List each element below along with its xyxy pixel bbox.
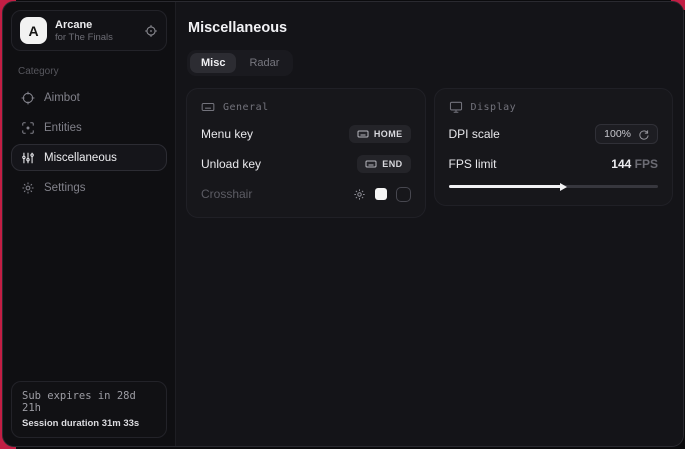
dpi-scale-row: DPI scale 100% <box>449 124 659 144</box>
fps-number: 144 <box>611 157 631 171</box>
fps-limit-label: FPS limit <box>449 157 497 171</box>
fps-unit: FPS <box>631 157 658 171</box>
crosshair-row: Crosshair <box>201 184 411 204</box>
keyboard-icon <box>365 158 377 170</box>
sidebar-item-settings[interactable]: Settings <box>11 174 167 201</box>
scan-icon <box>21 121 35 135</box>
general-panel: General Menu key HOME <box>186 88 426 218</box>
sidebar: A Arcane for The Finals Category <box>3 2 176 446</box>
brand-logo: A <box>20 17 47 44</box>
crosshair-label: Crosshair <box>201 187 252 201</box>
category-label: Category <box>18 66 160 77</box>
desktop: A Arcane for The Finals Category <box>0 0 685 449</box>
crosshair-icon <box>21 91 35 105</box>
sub-expires-text: Sub expires in 28d 21h <box>22 390 156 414</box>
general-panel-header: General <box>201 100 411 114</box>
fps-limit-value: 144 FPS <box>611 157 658 171</box>
brand-name: Arcane <box>55 19 113 31</box>
tab-radar[interactable]: Radar <box>238 53 290 73</box>
brand-text: Arcane for The Finals <box>55 19 113 43</box>
sidebar-item-label: Entities <box>44 122 82 134</box>
crosshair-controls <box>353 187 411 202</box>
display-panel: Display DPI scale 100% <box>434 88 674 206</box>
brand-card: A Arcane for The Finals <box>11 10 167 51</box>
crosshair-checkbox[interactable] <box>396 187 411 202</box>
main-content: Miscellaneous Misc Radar Gene <box>176 2 683 446</box>
dpi-scale-value: 100% <box>604 128 631 140</box>
tabs-bar: Misc Radar <box>187 50 293 76</box>
fps-slider-fill <box>449 185 562 188</box>
fps-slider-thumb[interactable] <box>560 183 567 191</box>
menu-key-value: HOME <box>374 129 403 139</box>
unload-key-label: Unload key <box>201 157 261 171</box>
subscription-status-box: Sub expires in 28d 21h Session duration … <box>11 381 167 438</box>
target-icon[interactable] <box>144 24 158 38</box>
unload-key-value: END <box>382 159 402 169</box>
app-window: A Arcane for The Finals Category <box>2 1 684 447</box>
sidebar-item-label: Aimbot <box>44 92 80 104</box>
sidebar-nav: Aimbot Entities <box>11 84 167 201</box>
display-panel-header: Display <box>449 100 659 114</box>
crosshair-settings-gear-icon[interactable] <box>353 188 366 201</box>
sidebar-item-label: Miscellaneous <box>44 152 117 164</box>
monitor-icon <box>449 100 463 114</box>
sliders-icon <box>21 151 35 165</box>
sidebar-item-entities[interactable]: Entities <box>11 114 167 141</box>
fps-limit-row: FPS limit 144 FPS <box>449 154 659 174</box>
sidebar-item-aimbot[interactable]: Aimbot <box>11 84 167 111</box>
dpi-scale-label: DPI scale <box>449 127 500 141</box>
panels: General Menu key HOME <box>186 88 673 218</box>
keyboard-icon <box>201 100 215 114</box>
sidebar-item-miscellaneous[interactable]: Miscellaneous <box>11 144 167 171</box>
general-panel-title: General <box>223 102 269 113</box>
menu-key-bind-button[interactable]: HOME <box>349 125 411 143</box>
unload-key-row: Unload key END <box>201 154 411 174</box>
unload-key-bind-button[interactable]: END <box>357 155 410 173</box>
fps-limit-slider[interactable] <box>449 180 659 192</box>
session-duration-text: Session duration 31m 33s <box>22 418 156 429</box>
page-title: Miscellaneous <box>188 20 673 36</box>
display-panel-title: Display <box>471 102 517 113</box>
menu-key-row: Menu key HOME <box>201 124 411 144</box>
brand-subtitle: for The Finals <box>55 32 113 43</box>
tab-misc[interactable]: Misc <box>190 53 236 73</box>
refresh-icon[interactable] <box>638 129 649 140</box>
sidebar-item-label: Settings <box>44 182 86 194</box>
keyboard-icon <box>357 128 369 140</box>
menu-key-label: Menu key <box>201 127 253 141</box>
gear-icon <box>21 181 35 195</box>
crosshair-color-swatch[interactable] <box>375 188 387 200</box>
dpi-scale-control[interactable]: 100% <box>595 124 658 144</box>
